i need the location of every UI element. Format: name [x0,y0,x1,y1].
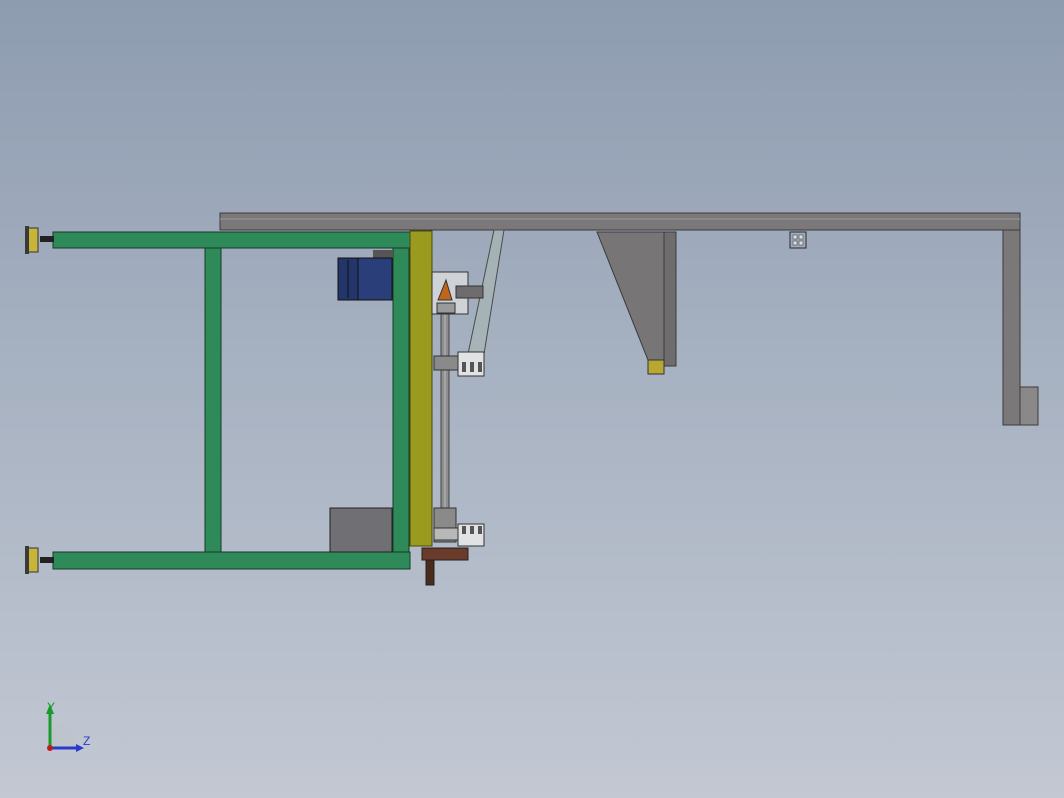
leveling-foot-bottom[interactable] [25,546,54,574]
lower-clamp[interactable] [433,507,485,547]
bottom-crank[interactable] [421,547,469,586]
coordinate-triad-icon: Y Z [46,700,90,752]
leveling-foot-top[interactable] [25,226,54,254]
small-bracket[interactable] [789,231,807,249]
cad-model-view[interactable]: Y Z [0,0,1064,798]
control-box[interactable] [329,507,393,553]
right-leg[interactable] [1002,229,1039,426]
z-axis-label: Z [83,734,90,748]
triangular-gusset[interactable] [596,231,677,375]
olive-plate[interactable] [409,230,433,547]
top-beam[interactable] [219,212,1021,231]
upper-bearing[interactable] [431,271,484,315]
graphics-viewport[interactable]: Y Z [0,0,1064,798]
motor[interactable] [337,250,393,301]
y-axis-label: Y [47,700,55,714]
lead-screw[interactable] [440,299,450,541]
